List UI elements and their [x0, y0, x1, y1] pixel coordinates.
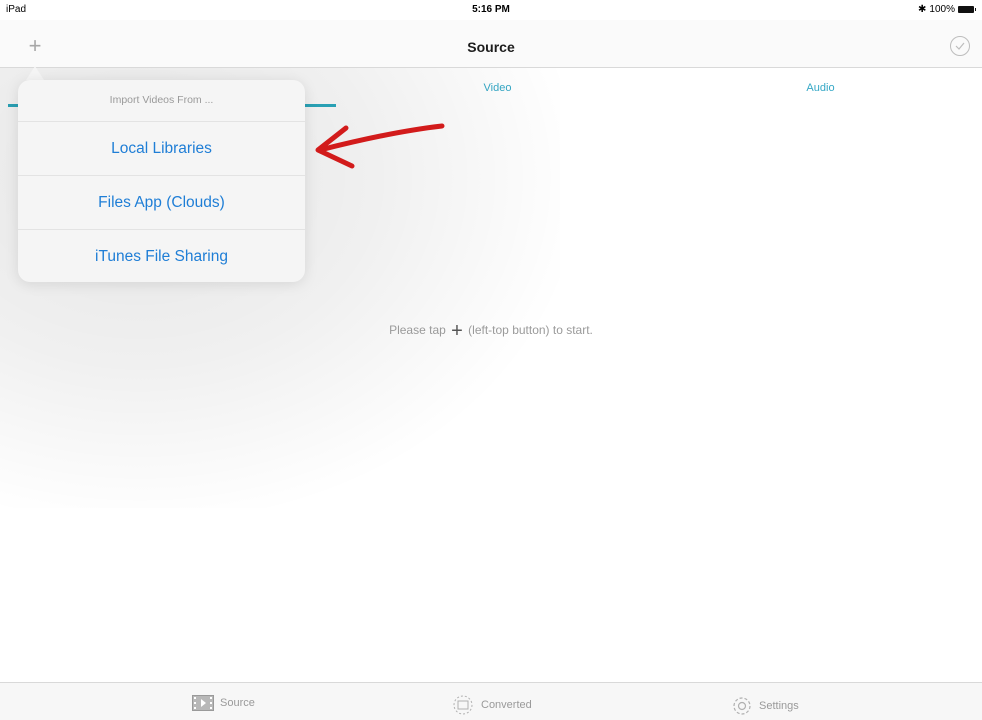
status-time: 5:16 PM [472, 4, 510, 15]
files-app-option[interactable]: Files App (Clouds) [18, 176, 305, 230]
local-libraries-option[interactable]: Local Libraries [18, 122, 305, 176]
status-right: ✱ 100% [918, 4, 976, 15]
empty-state-hint: Please tap + (left-top button) to start. [0, 320, 982, 343]
popover-arrow [26, 66, 44, 80]
hint-suffix: (left-top button) to start. [468, 323, 593, 337]
tab-bar-converted-label: Converted [481, 699, 532, 711]
hint-prefix: Please tap [389, 323, 446, 337]
tab-bar-settings-label: Settings [759, 700, 799, 712]
red-arrow-annotation [315, 123, 445, 169]
film-circle-icon [453, 695, 473, 715]
navigation-bar: + Source [0, 20, 982, 68]
popover-header: Import Videos From ... [18, 80, 305, 122]
gear-icon [733, 697, 751, 715]
status-bar: iPad 5:16 PM ✱ 100% [0, 0, 982, 20]
tab-audio[interactable]: Audio [659, 82, 982, 94]
tab-bar-source[interactable]: Source [192, 695, 255, 711]
tab-video[interactable]: Video [336, 82, 659, 94]
bottom-tab-bar: Source Converted Settings [0, 682, 982, 720]
bluetooth-icon: ✱ [918, 4, 927, 15]
plus-icon: + [451, 320, 463, 342]
tab-bar-settings[interactable]: Settings [731, 695, 799, 717]
tab-bar-converted[interactable]: Converted [451, 695, 532, 715]
film-icon [192, 695, 214, 711]
tab-bar-source-label: Source [220, 697, 255, 709]
import-popover: Import Videos From ... Local Libraries F… [18, 80, 305, 282]
checkmark-circle-icon[interactable] [950, 36, 970, 56]
battery-icon [958, 6, 976, 13]
page-title: Source [467, 39, 515, 55]
battery-percent: 100% [929, 4, 955, 15]
itunes-file-sharing-option[interactable]: iTunes File Sharing [18, 230, 305, 282]
